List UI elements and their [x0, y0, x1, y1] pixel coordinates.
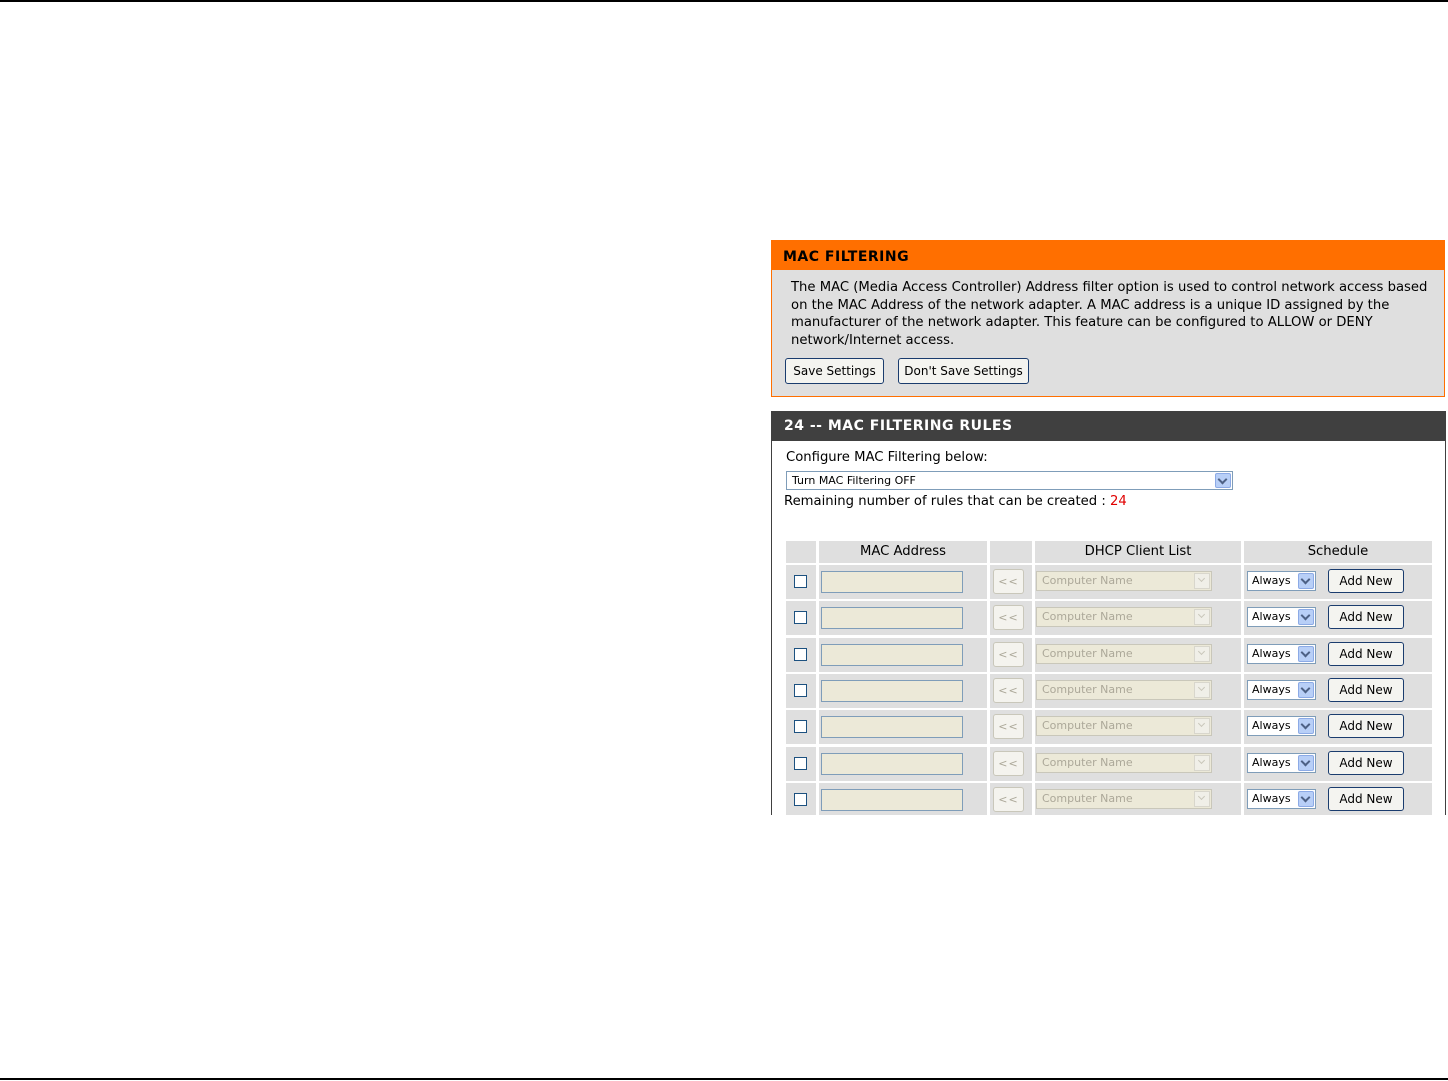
dhcp-client-value: Computer Name — [1042, 647, 1133, 660]
chevron-down-icon[interactable] — [1194, 646, 1210, 662]
mac-address-input[interactable] — [821, 789, 963, 811]
rule-enable-checkbox[interactable] — [794, 575, 807, 588]
table-row: << Computer Name Always Add New — [786, 565, 1432, 599]
chevron-down-icon[interactable] — [1298, 573, 1314, 589]
mac-filtering-rules-panel: 24 -- MAC FILTERING RULES Configure MAC … — [771, 411, 1446, 815]
configure-label: Configure MAC Filtering below: — [786, 450, 988, 465]
copy-to-mac-button[interactable]: << — [993, 751, 1024, 776]
copy-to-mac-button[interactable]: << — [993, 569, 1024, 594]
dhcp-client-select[interactable]: Computer Name — [1036, 753, 1212, 773]
remaining-rules-text: Remaining number of rules that can be cr… — [784, 494, 1127, 509]
schedule-value: Always — [1252, 792, 1291, 805]
chevron-down-icon[interactable] — [1194, 755, 1210, 771]
filter-mode-value: Turn MAC Filtering OFF — [792, 474, 916, 487]
table-row: << Computer Name Always Add New — [786, 710, 1432, 744]
table-row: << Computer Name Always Add New — [786, 674, 1432, 708]
schedule-select[interactable]: Always — [1247, 789, 1316, 809]
mac-filtering-panel: MAC FILTERING The MAC (Media Access Cont… — [771, 240, 1445, 397]
rule-enable-checkbox[interactable] — [794, 757, 807, 770]
table-row: << Computer Name Always Add New — [786, 638, 1432, 672]
dhcp-client-value: Computer Name — [1042, 683, 1133, 696]
rule-enable-checkbox[interactable] — [794, 648, 807, 661]
header-checkbox-col — [786, 541, 816, 563]
rule-enable-checkbox[interactable] — [794, 793, 807, 806]
schedule-value: Always — [1252, 610, 1291, 623]
schedule-select[interactable]: Always — [1247, 680, 1316, 700]
header-copy-col — [990, 541, 1032, 563]
table-row: << Computer Name Always Add New — [786, 783, 1432, 815]
add-new-schedule-button[interactable]: Add New — [1328, 569, 1404, 593]
copy-to-mac-button[interactable]: << — [993, 642, 1024, 667]
chevron-down-icon[interactable] — [1194, 791, 1210, 807]
rule-enable-checkbox[interactable] — [794, 720, 807, 733]
chevron-down-icon[interactable] — [1298, 646, 1314, 662]
dhcp-client-select[interactable]: Computer Name — [1036, 607, 1212, 627]
chevron-down-icon[interactable] — [1194, 609, 1210, 625]
mac-address-input[interactable] — [821, 753, 963, 775]
add-new-schedule-button[interactable]: Add New — [1328, 787, 1404, 811]
add-new-schedule-button[interactable]: Add New — [1328, 714, 1404, 738]
header-dhcp-client-list: DHCP Client List — [1035, 541, 1241, 563]
schedule-value: Always — [1252, 574, 1291, 587]
dhcp-client-select[interactable]: Computer Name — [1036, 644, 1212, 664]
dont-save-settings-button[interactable]: Don't Save Settings — [898, 358, 1029, 384]
chevron-down-icon[interactable] — [1194, 573, 1210, 589]
mac-filtering-description: The MAC (Media Access Controller) Addres… — [791, 280, 1428, 348]
dhcp-client-select[interactable]: Computer Name — [1036, 571, 1212, 591]
chevron-down-icon[interactable] — [1298, 609, 1314, 625]
dhcp-client-value: Computer Name — [1042, 610, 1133, 623]
dhcp-client-value: Computer Name — [1042, 756, 1133, 769]
schedule-select[interactable]: Always — [1247, 571, 1316, 591]
mac-address-input[interactable] — [821, 644, 963, 666]
chevron-down-icon[interactable] — [1298, 791, 1314, 807]
table-row: << Computer Name Always Add New — [786, 747, 1432, 781]
remaining-count: 24 — [1110, 494, 1127, 509]
dhcp-client-select[interactable]: Computer Name — [1036, 789, 1212, 809]
filter-mode-select[interactable]: Turn MAC Filtering OFF — [786, 471, 1233, 490]
header-schedule: Schedule — [1244, 541, 1432, 563]
rules-title: 24 -- MAC FILTERING RULES — [772, 411, 1445, 441]
header-mac-address: MAC Address — [819, 541, 987, 563]
dhcp-client-value: Computer Name — [1042, 719, 1133, 732]
table-row: << Computer Name Always Add New — [786, 601, 1432, 635]
chevron-down-icon[interactable] — [1298, 755, 1314, 771]
bottom-divider — [0, 1078, 1448, 1080]
copy-to-mac-button[interactable]: << — [993, 714, 1024, 739]
mac-address-input[interactable] — [821, 716, 963, 738]
chevron-down-icon[interactable] — [1194, 718, 1210, 734]
mac-address-input[interactable] — [821, 571, 963, 593]
copy-to-mac-button[interactable]: << — [993, 605, 1024, 630]
copy-to-mac-button[interactable]: << — [993, 678, 1024, 703]
add-new-schedule-button[interactable]: Add New — [1328, 678, 1404, 702]
copy-to-mac-button[interactable]: << — [993, 787, 1024, 812]
rule-enable-checkbox[interactable] — [794, 684, 807, 697]
schedule-select[interactable]: Always — [1247, 753, 1316, 773]
dhcp-client-value: Computer Name — [1042, 792, 1133, 805]
chevron-down-icon[interactable] — [1215, 473, 1231, 488]
chevron-down-icon[interactable] — [1298, 682, 1314, 698]
chevron-down-icon[interactable] — [1298, 718, 1314, 734]
save-settings-button[interactable]: Save Settings — [785, 358, 884, 384]
schedule-select[interactable]: Always — [1247, 716, 1316, 736]
chevron-down-icon[interactable] — [1194, 682, 1210, 698]
mac-address-input[interactable] — [821, 607, 963, 629]
add-new-schedule-button[interactable]: Add New — [1328, 751, 1404, 775]
schedule-select[interactable]: Always — [1247, 644, 1316, 664]
schedule-value: Always — [1252, 719, 1291, 732]
top-divider — [0, 0, 1448, 2]
schedule-value: Always — [1252, 756, 1291, 769]
mac-filtering-title: MAC FILTERING — [772, 241, 1444, 270]
remaining-label: Remaining number of rules that can be cr… — [784, 494, 1110, 509]
dhcp-client-value: Computer Name — [1042, 574, 1133, 587]
rule-enable-checkbox[interactable] — [794, 611, 807, 624]
add-new-schedule-button[interactable]: Add New — [1328, 605, 1404, 629]
dhcp-client-select[interactable]: Computer Name — [1036, 680, 1212, 700]
schedule-value: Always — [1252, 683, 1291, 696]
mac-address-input[interactable] — [821, 680, 963, 702]
dhcp-client-select[interactable]: Computer Name — [1036, 716, 1212, 736]
schedule-select[interactable]: Always — [1247, 607, 1316, 627]
add-new-schedule-button[interactable]: Add New — [1328, 642, 1404, 666]
schedule-value: Always — [1252, 647, 1291, 660]
